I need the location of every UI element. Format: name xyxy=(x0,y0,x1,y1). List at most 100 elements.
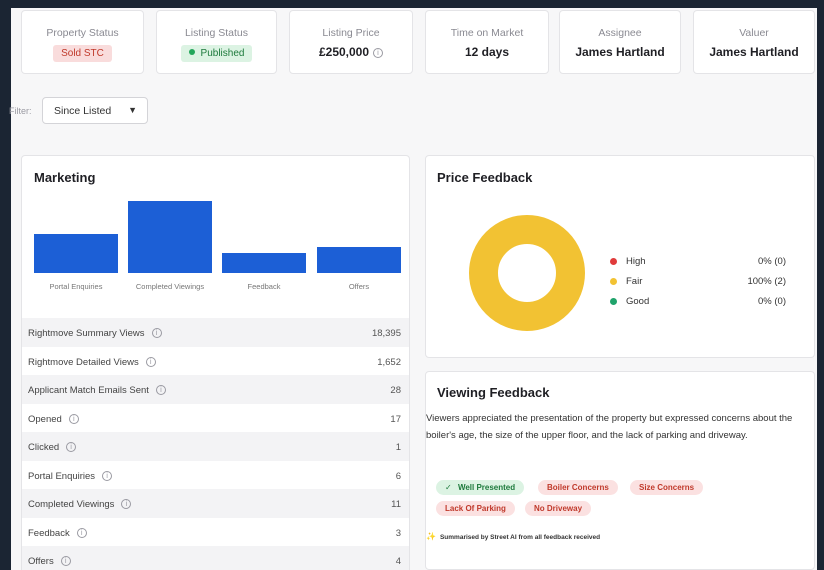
info-icon[interactable]: i xyxy=(121,499,132,509)
valuer-value: James Hartland xyxy=(709,45,799,59)
time-on-market-card: Time on Market 12 days xyxy=(425,10,549,74)
metric-row-applicant-match-emails-sent: Applicant Match Emails Sent i 28 xyxy=(22,375,409,404)
legend-label: Good xyxy=(626,296,650,307)
ai-summary-note: ✨ Summarised by Street AI from all feedba… xyxy=(426,532,600,541)
bar-label-feedback: Feedback xyxy=(247,282,281,291)
metric-value: 4 xyxy=(395,556,401,567)
info-icon[interactable]: i xyxy=(68,413,79,424)
legend-item-high: High 0% (0) xyxy=(608,255,786,271)
metric-label: Rightmove Detailed Views i xyxy=(28,356,156,368)
filter-select[interactable]: Since Listed ▼ xyxy=(42,97,148,124)
valuer-label: Valuer xyxy=(739,27,769,39)
tag-label: No Driveway xyxy=(534,504,583,513)
metric-label: Clicked i xyxy=(28,442,77,453)
metric-value: 18,395 xyxy=(371,328,401,339)
property-status-card: Property Status Sold STC xyxy=(21,10,144,74)
info-icon[interactable]: i xyxy=(76,527,87,538)
bar-portal-enquiries xyxy=(34,234,118,273)
bar-completed-viewings xyxy=(128,201,212,273)
valuer-card: Valuer James Hartland xyxy=(693,10,815,74)
metric-label: Rightmove Summary Views i xyxy=(28,328,162,339)
metric-value: 28 xyxy=(390,385,401,396)
viewing-feedback-title: Viewing Feedback xyxy=(437,385,550,400)
listing-price-value: £250,000 xyxy=(318,45,370,59)
metric-value: 6 xyxy=(395,470,401,482)
listing-status-label: Listing Status xyxy=(184,27,249,39)
property-status-badge: Sold STC xyxy=(53,45,112,62)
metric-value: 1 xyxy=(395,442,401,453)
assignee-card: Assignee James Hartland xyxy=(559,10,681,74)
metric-label: Opened i xyxy=(28,413,79,425)
legend-label: Fair xyxy=(626,276,643,287)
metric-label: Offers i xyxy=(28,556,71,567)
info-icon[interactable]: i xyxy=(373,48,384,58)
listing-status-badge: Published xyxy=(180,45,253,62)
metric-value: 1,652 xyxy=(377,356,401,368)
listing-price-card: Listing Price £250,000 i xyxy=(289,10,413,74)
info-icon[interactable]: i xyxy=(60,556,71,566)
metric-row-offers: Offers i 4 xyxy=(22,546,409,570)
legend-item-good: Good 0% (0) xyxy=(608,295,786,311)
filter-label: Filter: xyxy=(9,106,32,116)
metric-row-portal-enquiries: Portal Enquiries i 6 xyxy=(22,461,409,490)
listing-status-value: Published xyxy=(200,48,245,59)
listing-price-value-wrap: £250,000 i xyxy=(290,45,412,59)
info-icon[interactable]: i xyxy=(155,385,166,395)
viewing-feedback-summary: Viewers appreciated the presentation of … xyxy=(426,413,793,441)
price-feedback-title: Price Feedback xyxy=(437,170,533,185)
tag-no-driveway: No Driveway xyxy=(525,501,592,516)
legend-label: High xyxy=(626,256,646,267)
legend-dot-icon xyxy=(610,298,617,305)
legend-value: 0% (0) xyxy=(758,256,786,267)
time-on-market-label: Time on Market xyxy=(450,27,524,39)
info-icon[interactable]: i xyxy=(145,356,156,367)
metric-value: 3 xyxy=(395,527,401,539)
metric-row-clicked: Clicked i 1 xyxy=(22,432,409,461)
tag-size-concerns: Size Concerns xyxy=(630,480,704,495)
tag-lack-of-parking: Lack Of Parking xyxy=(436,501,515,516)
assignee-value: James Hartland xyxy=(575,45,665,59)
filter-select-value: Since Listed xyxy=(54,105,112,117)
tag-label: Size Concerns xyxy=(639,483,695,492)
assignee-label: Assignee xyxy=(598,27,642,39)
sparkle-icon: ✨ xyxy=(426,532,436,541)
metric-row-rightmove-detailed-views: Rightmove Detailed Views i 1,652 xyxy=(22,347,409,376)
tag-label: Boiler Concerns xyxy=(547,483,609,492)
info-icon[interactable]: i xyxy=(151,328,162,338)
metric-row-rightmove-summary-views: Rightmove Summary Views i 18,395 xyxy=(22,318,409,347)
bar-label-offers: Offers xyxy=(348,282,370,291)
legend-value: 0% (0) xyxy=(758,296,786,307)
bar-offers xyxy=(317,247,401,273)
tag-boiler-concerns: Boiler Concerns xyxy=(538,480,618,495)
chevron-down-icon: ▼ xyxy=(128,105,137,115)
legend-value: 100% (2) xyxy=(747,276,786,287)
metric-value: 17 xyxy=(390,413,401,425)
bar-feedback xyxy=(222,253,306,273)
bar-label-completed-viewings: Completed Viewings xyxy=(135,282,205,291)
legend-dot-icon xyxy=(610,258,617,265)
tag-label: Lack Of Parking xyxy=(445,504,506,513)
tag-well-presented: ✓ Well Presented xyxy=(436,480,525,495)
metric-label: Applicant Match Emails Sent i xyxy=(28,385,166,396)
status-dot-icon xyxy=(188,49,195,55)
metric-label: Completed Viewings i xyxy=(28,499,132,510)
metric-label: Feedback i xyxy=(28,527,87,539)
marketing-title: Marketing xyxy=(34,170,96,185)
listing-price-label: Listing Price xyxy=(322,27,380,39)
metric-value: 11 xyxy=(391,499,401,510)
info-icon[interactable]: i xyxy=(66,442,77,452)
legend-dot-icon xyxy=(610,278,617,285)
metric-label: Portal Enquiries i xyxy=(28,470,113,482)
property-status-label: Property Status xyxy=(46,27,119,39)
metric-row-completed-viewings: Completed Viewings i 11 xyxy=(22,489,409,518)
info-icon[interactable]: i xyxy=(102,470,113,481)
listing-status-card: Listing Status Published xyxy=(156,10,277,74)
legend-item-fair: Fair 100% (2) xyxy=(608,275,786,291)
tag-label: Well Presented xyxy=(457,483,516,492)
metric-row-feedback: Feedback i 3 xyxy=(22,518,409,547)
bar-label-portal-enquiries: Portal Enquiries xyxy=(49,282,103,291)
metric-row-opened: Opened i 17 xyxy=(22,404,409,433)
check-icon: ✓ xyxy=(445,483,454,492)
ai-summary-text: Summarised by Street AI from all feedbac… xyxy=(439,534,601,541)
time-on-market-value: 12 days xyxy=(464,45,510,59)
